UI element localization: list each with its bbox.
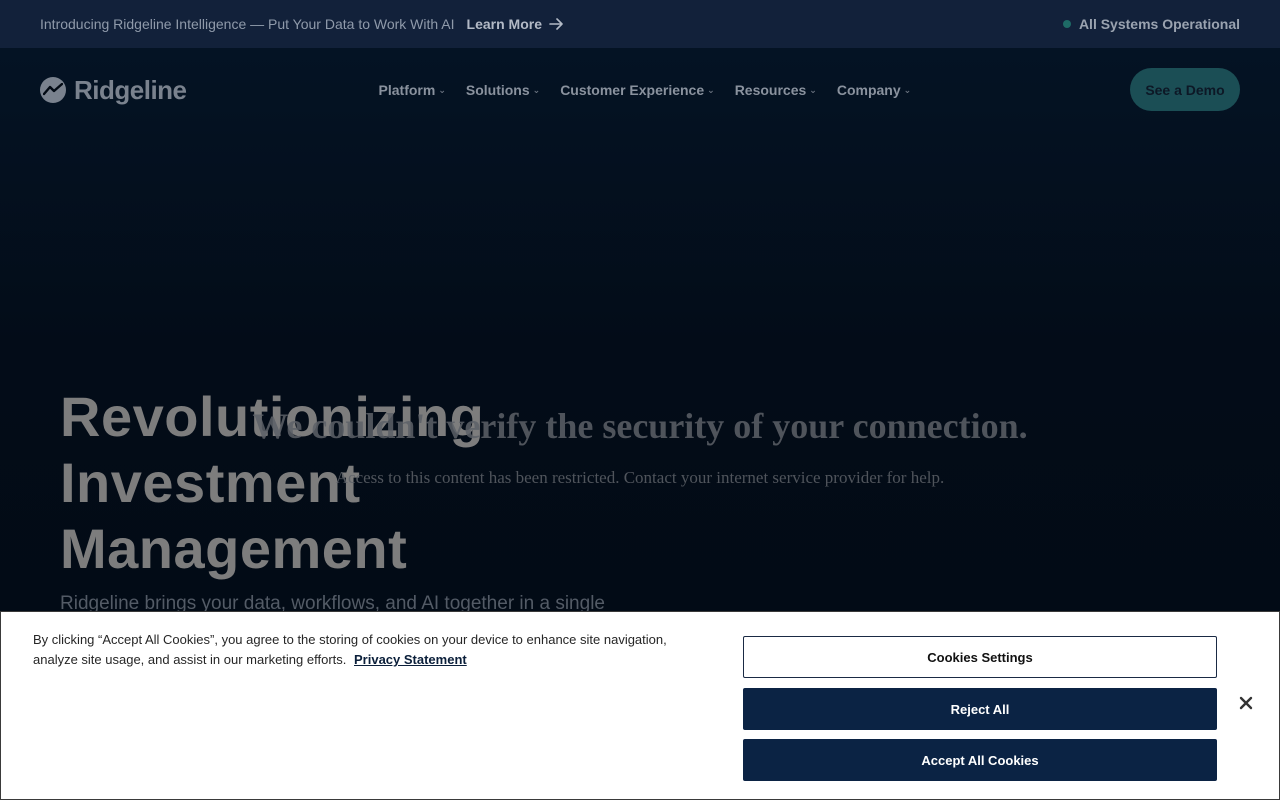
nav-item-label: Resources — [734, 82, 807, 98]
cookie-text-block: By clicking “Accept All Cookies”, you ag… — [33, 630, 693, 670]
accept-all-cookies-button[interactable]: Accept All Cookies — [743, 739, 1217, 781]
nav-item-company[interactable]: Company ⌄ — [837, 82, 911, 98]
cookie-message: By clicking “Accept All Cookies”, you ag… — [33, 632, 667, 667]
cookie-banner: By clicking “Accept All Cookies”, you ag… — [0, 611, 1280, 800]
system-status[interactable]: All Systems Operational — [1062, 16, 1240, 32]
ridgeline-logo-icon — [40, 77, 66, 103]
nav-item-label: Company — [836, 82, 901, 98]
main-nav: Ridgeline Platform ⌄ Solutions ⌄ Custome… — [0, 48, 1280, 132]
announcement-text: Introducing Ridgeline Intelligence — Put… — [40, 16, 455, 32]
announcement-bar: Introducing Ridgeline Intelligence — Put… — [0, 0, 1280, 48]
status-label: All Systems Operational — [1078, 16, 1240, 32]
headline-line: Management — [60, 517, 408, 580]
nav-item-solutions[interactable]: Solutions ⌄ — [466, 82, 540, 98]
nav-item-label: Platform — [378, 82, 436, 98]
cookies-settings-button[interactable]: Cookies Settings — [743, 636, 1217, 678]
chevron-down-icon: ⌄ — [532, 84, 541, 95]
nav-item-customer-experience[interactable]: Customer Experience ⌄ — [560, 82, 715, 98]
block-notice-message: Access to this content has been restrict… — [335, 468, 945, 487]
announcement-left: Introducing Ridgeline Intelligence — Put… — [40, 16, 564, 32]
nav-menu: Platform ⌄ Solutions ⌄ Customer Experien… — [379, 82, 912, 98]
brand-logo[interactable]: Ridgeline — [40, 75, 187, 106]
reject-all-button[interactable]: Reject All — [743, 688, 1217, 730]
nav-item-label: Solutions — [465, 82, 530, 98]
status-dot-icon — [1062, 20, 1071, 28]
nav-item-platform[interactable]: Platform ⌄ — [379, 82, 446, 98]
chevron-down-icon: ⌄ — [438, 84, 446, 95]
chevron-down-icon: ⌄ — [809, 84, 817, 95]
close-icon[interactable] — [1235, 692, 1257, 714]
chevron-down-icon: ⌄ — [707, 84, 715, 95]
arrow-right-icon — [549, 18, 563, 30]
block-notice-title: We couldn't verify the security of your … — [252, 406, 1028, 446]
learn-more-link[interactable]: Learn More — [467, 16, 564, 32]
learn-more-label: Learn More — [466, 16, 542, 32]
see-demo-button[interactable]: See a Demo — [1130, 68, 1240, 111]
brand-name: Ridgeline — [74, 74, 187, 105]
chevron-down-icon: ⌄ — [903, 84, 912, 95]
nav-item-resources[interactable]: Resources ⌄ — [735, 82, 817, 98]
privacy-statement-link[interactable]: Privacy Statement — [354, 652, 467, 667]
nav-item-label: Customer Experience — [560, 82, 705, 98]
